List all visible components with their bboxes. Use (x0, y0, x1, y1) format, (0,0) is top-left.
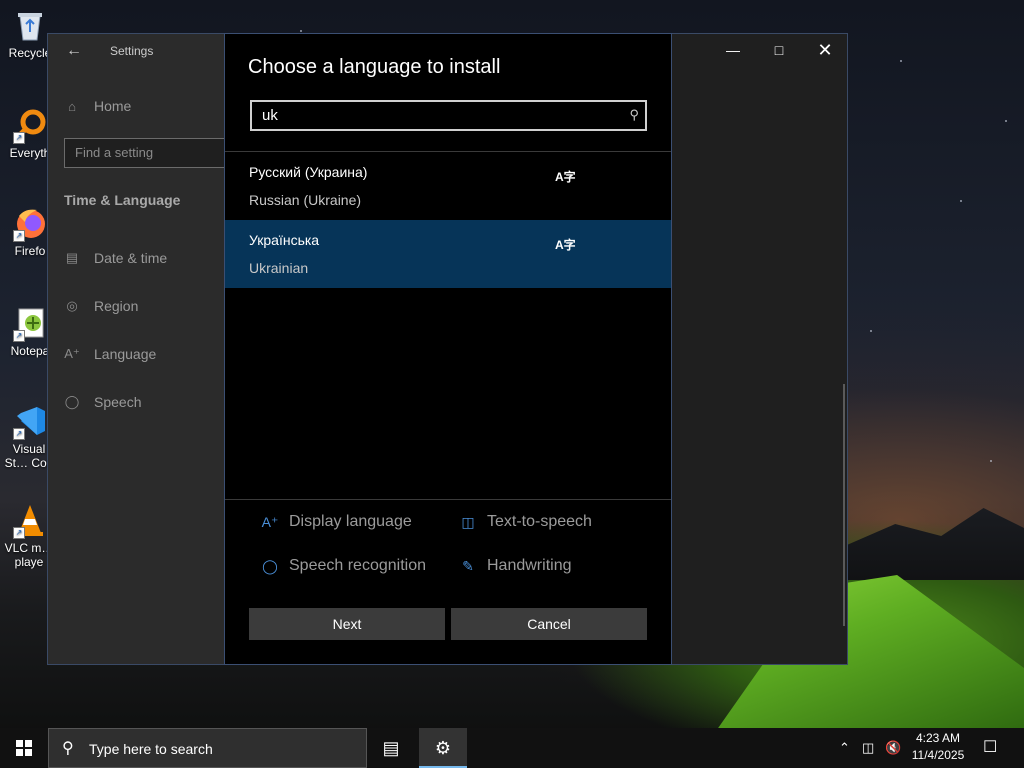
taskbar-search-placeholder: Type here to search (89, 741, 213, 757)
network-icon[interactable]: ◫ (862, 728, 874, 768)
language-search-input[interactable]: uk ⚲ (250, 100, 647, 131)
nav-date-time[interactable]: ▤ Date & time (64, 250, 167, 266)
nav-home-label: Home (94, 98, 132, 114)
language-icon: A⁺ (64, 346, 80, 361)
next-button[interactable]: Next (249, 608, 445, 640)
nav-speech[interactable]: ◯ Speech (64, 394, 142, 410)
text-to-speech-icon: ◫ (461, 513, 475, 530)
section-title: Time & Language (64, 192, 181, 208)
nav-language[interactable]: A⁺ Language (64, 346, 156, 362)
taskbar: ⚲ Type here to search ▤ ⚙ ⌃ ◫ 🔇 4:23 AM … (0, 728, 1024, 768)
microphone-icon: ◯ (64, 394, 80, 409)
start-button[interactable] (0, 728, 48, 768)
nav-home[interactable]: ⌂ Home (64, 98, 131, 114)
feature-label: Text-to-speech (487, 513, 592, 530)
task-view-icon[interactable]: ▤ (367, 728, 415, 768)
feature-text-to-speech: ◫ Text-to-speech (459, 513, 592, 531)
volume-muted-icon[interactable]: 🔇 (885, 728, 901, 768)
search-icon: ⚲ (62, 740, 74, 757)
notification-icon[interactable]: ☐ (983, 728, 997, 768)
nav-label: Speech (94, 394, 142, 410)
nav-label: Region (94, 298, 139, 314)
find-setting-placeholder: Find a setting (75, 145, 154, 160)
feature-handwriting: ✎ Handwriting (459, 557, 571, 575)
display-language-icon: A⁺ (261, 513, 279, 530)
scrollbar[interactable] (843, 384, 845, 626)
nav-region[interactable]: ◎ Region (64, 298, 138, 314)
language-english-name: Ukrainian (249, 260, 309, 276)
maximize-button[interactable]: □ (756, 39, 802, 61)
nav-label: Language (94, 346, 157, 362)
feature-label: Display language (289, 513, 412, 530)
calendar-clock-icon: ▤ (65, 250, 79, 265)
language-english-name: Russian (Ukraine) (249, 192, 362, 208)
handwriting-icon: ✎ (462, 557, 474, 574)
language-native-name: Українська (249, 232, 320, 248)
settings-gear-icon[interactable]: ⚙ (419, 728, 467, 768)
dialog-title: Choose a language to install (248, 56, 501, 78)
find-setting-input[interactable]: Find a setting (64, 138, 234, 168)
feature-display-language: A⁺ Display language (261, 513, 412, 531)
display-language-icon: A字 (555, 238, 576, 252)
back-arrow-icon[interactable]: ← (66, 42, 82, 60)
microphone-icon: ◯ (262, 557, 278, 574)
language-native-name: Русский (Украина) (249, 164, 368, 180)
display-language-icon: A字 (555, 170, 576, 184)
windows-logo-icon (16, 740, 32, 756)
search-icon[interactable]: ⚲ (629, 107, 639, 123)
minimize-button[interactable]: — (710, 39, 756, 61)
clock-time: 4:23 AM (915, 731, 961, 745)
settings-nav: ← Settings ⌂ Home Find a setting Time & … (48, 34, 234, 664)
taskbar-search-box[interactable]: ⚲ Type here to search (48, 728, 367, 768)
clock-date: 11/4/2025 (911, 748, 965, 762)
choose-language-dialog: Choose a language to install uk ⚲ Русски… (224, 33, 672, 665)
search-value: uk (262, 107, 278, 124)
cancel-button[interactable]: Cancel (451, 608, 647, 640)
language-option-ukrainian[interactable]: Українська Ukrainian A字 (225, 220, 671, 288)
divider (225, 499, 671, 500)
language-option-russian-ukraine[interactable]: Русский (Украина) Russian (Ukraine) A字 (225, 152, 671, 220)
feature-label: Handwriting (487, 557, 572, 574)
feature-speech-recognition: ◯ Speech recognition (261, 557, 426, 575)
window-title: Settings (110, 44, 154, 58)
home-icon: ⌂ (68, 98, 76, 114)
feature-label: Speech recognition (289, 557, 426, 574)
system-clock[interactable]: 4:23 AM 11/4/2025 (906, 730, 970, 764)
nav-label: Date & time (94, 250, 168, 266)
globe-icon: ◎ (66, 298, 78, 313)
close-button[interactable]: ✕ (802, 39, 848, 61)
chevron-up-icon[interactable]: ⌃ (839, 728, 850, 768)
